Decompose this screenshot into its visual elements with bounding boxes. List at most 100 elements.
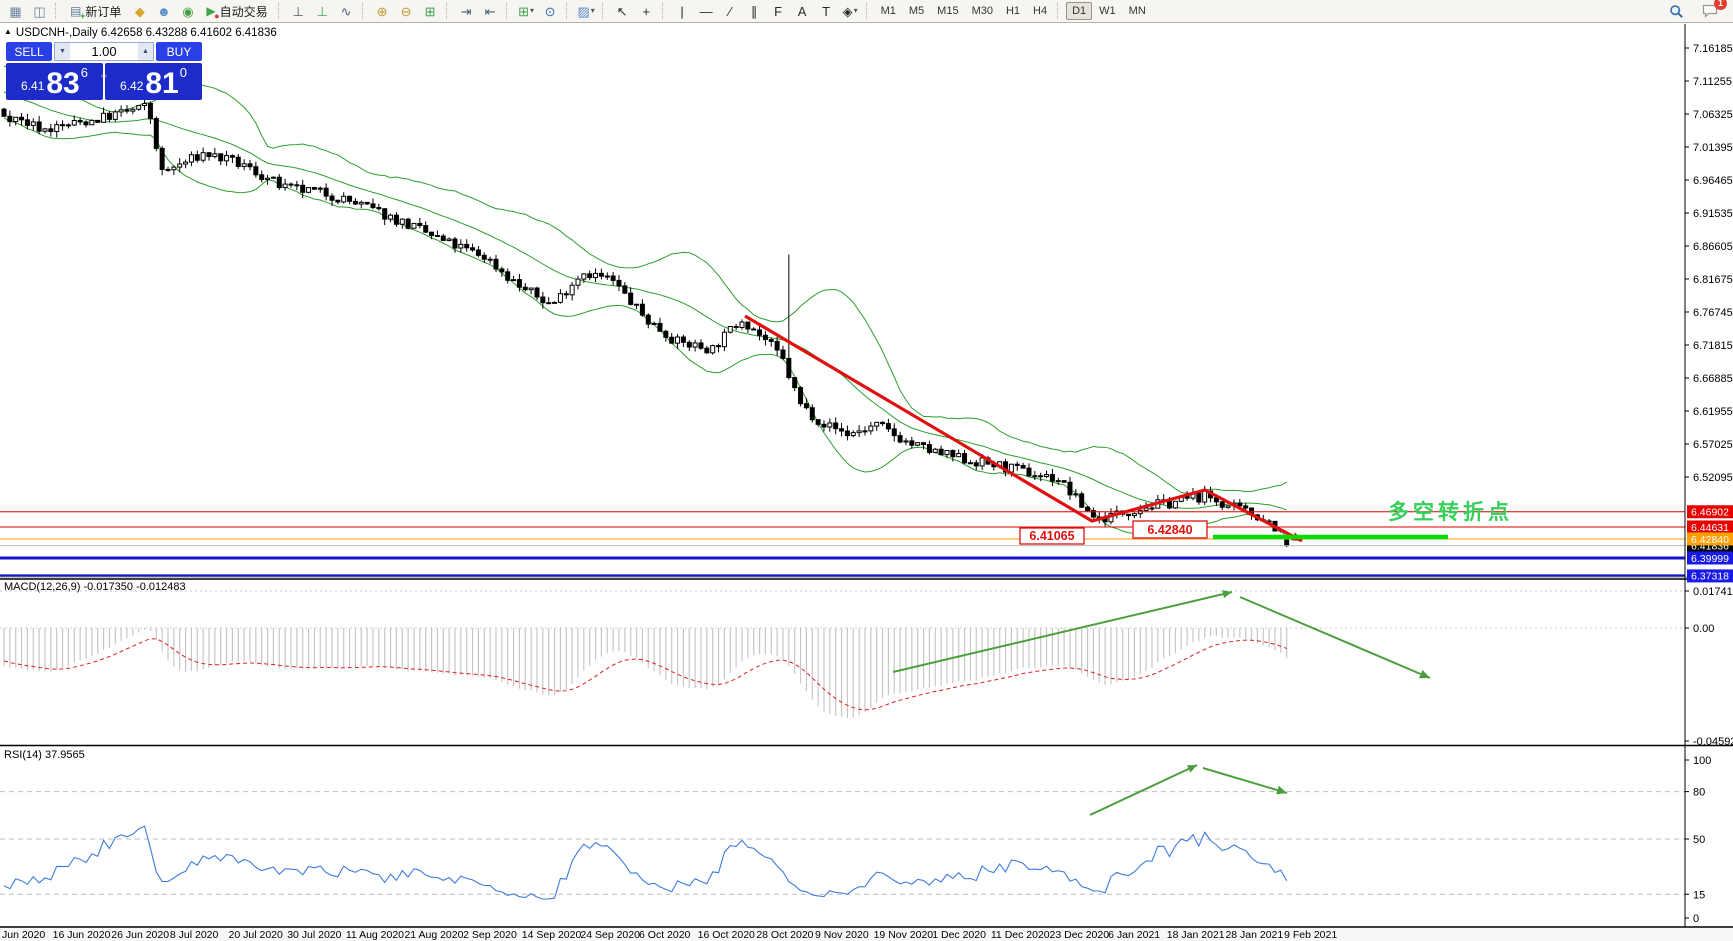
svg-text:6.42840: 6.42840 xyxy=(1147,523,1192,537)
svg-text:6.46902: 6.46902 xyxy=(1691,507,1729,519)
volume-increase-button[interactable]: ▲ xyxy=(138,43,153,60)
cursor-icon[interactable]: ↖ xyxy=(611,1,634,22)
trendline-icon[interactable]: ∕ xyxy=(719,1,742,22)
vertical-line-icon[interactable]: | xyxy=(671,1,694,22)
volume-input[interactable]: 1.00 xyxy=(70,43,138,60)
sell-price-display[interactable]: 6.41836 xyxy=(6,63,103,100)
text-label-icon-glyph: T xyxy=(822,5,830,18)
date-axis[interactable]: Jun 202016 Jun 202026 Jun 20208 Jul 2020… xyxy=(0,928,1733,941)
algo-trading-icon: ▶● xyxy=(206,4,215,18)
svg-text:15: 15 xyxy=(1693,889,1705,901)
algo-trading-button[interactable]: ▶●自动交易 xyxy=(200,2,273,21)
toolbar-buttons: ▦ ◫ ▤+新订单 ◆ ☻◉▶●自动交易 ⊥⊥ ∿ ⊕⊖⊞ ⇥⇤ ⊞▾⊙ ▨▾ ↖ + | —∕∥ FAT ◈▾… xyxy=(4,0,1152,22)
volume-decrease-button[interactable]: ▼ xyxy=(55,43,70,60)
timeframe-button-M30[interactable]: M30 xyxy=(966,2,999,20)
pivot-annotation-text: 多空转折点 xyxy=(1388,500,1513,524)
clock-icon[interactable]: ⊙ xyxy=(539,1,562,22)
svg-text:24 Sep 2020: 24 Sep 2020 xyxy=(580,929,640,941)
timeframe-button-W1[interactable]: W1 xyxy=(1093,2,1122,20)
timeframe-button-M1[interactable]: M1 xyxy=(875,2,902,20)
depth-of-market-icon-glyph: ◆ xyxy=(135,5,145,18)
buy-button[interactable]: BUY xyxy=(156,42,202,61)
horizontal-line-icon[interactable]: — xyxy=(695,1,718,22)
svg-text:30 Jul 2020: 30 Jul 2020 xyxy=(287,929,341,941)
toolbar-separator xyxy=(278,3,283,19)
toolbar-separator xyxy=(446,3,451,19)
svg-text:80: 80 xyxy=(1693,787,1705,799)
svg-text:6.71815: 6.71815 xyxy=(1693,340,1733,352)
bollinger-upper xyxy=(4,66,1287,493)
line-chart-icon[interactable]: ∿ xyxy=(335,1,358,22)
depth-of-market-icon[interactable]: ◆ xyxy=(128,1,151,22)
svg-text:21 Aug 2020: 21 Aug 2020 xyxy=(404,929,463,941)
timeframe-button-M15[interactable]: M15 xyxy=(931,2,964,20)
timeframe-button-MN[interactable]: MN xyxy=(1123,2,1152,20)
line-chart-icon-glyph: ∿ xyxy=(341,5,352,18)
svg-text:6.39999: 6.39999 xyxy=(1691,553,1729,565)
sell-price-pip: 6 xyxy=(81,65,88,80)
rsi-annotations[interactable] xyxy=(1090,765,1287,815)
svg-text:6.57025: 6.57025 xyxy=(1693,439,1733,451)
bars-chart-icon[interactable]: ⊥ xyxy=(287,1,310,22)
search-icon[interactable] xyxy=(1665,1,1688,22)
toolbar-right: 1 xyxy=(1665,1,1729,22)
dropdown-caret-icon: ▾ xyxy=(854,7,858,15)
chart-shift-icon[interactable]: ⇤ xyxy=(479,1,502,22)
text-label-icon[interactable]: T xyxy=(815,1,838,22)
timeframe-button-M5[interactable]: M5 xyxy=(903,2,930,20)
chart-title: ▲USDCNH-,Daily 6.42658 6.43288 6.41602 6… xyxy=(4,27,277,39)
vertical-line-icon-glyph: | xyxy=(680,5,683,18)
notification-badge: 1 xyxy=(1714,0,1727,10)
timeframe-button-H1[interactable]: H1 xyxy=(1000,2,1026,20)
svg-text:11 Dec 2020: 11 Dec 2020 xyxy=(991,929,1050,941)
chart-type-icon[interactable]: ▨▾ xyxy=(575,1,598,22)
candles-layer xyxy=(2,99,1289,548)
svg-text:7.01395: 7.01395 xyxy=(1693,142,1733,154)
toolbar-separator xyxy=(662,3,667,19)
fibonacci-icon[interactable]: F xyxy=(767,1,790,22)
toolbar-separator xyxy=(55,3,60,19)
svg-text:7.11255: 7.11255 xyxy=(1693,76,1732,88)
chart-profiles-icon[interactable]: ◫ xyxy=(28,1,51,22)
macd-annotations[interactable] xyxy=(893,590,1430,678)
chat-icon[interactable]: 1 xyxy=(1698,1,1721,22)
new-chart-icon[interactable]: ▦ xyxy=(4,1,27,22)
text-icon[interactable]: A xyxy=(791,1,814,22)
volumes-icon[interactable]: ⊥ xyxy=(311,1,334,22)
timeframe-button-H4[interactable]: H4 xyxy=(1027,2,1053,20)
svg-text:6.96465: 6.96465 xyxy=(1693,175,1733,187)
svg-text:6.42840: 6.42840 xyxy=(1691,534,1729,546)
macd-axis[interactable]: 0.0174140.00-0.045929 xyxy=(1685,586,1733,748)
cursor-icon-glyph: ↖ xyxy=(617,5,628,18)
buy-price-display[interactable]: 6.42810 xyxy=(105,63,202,100)
one-click-trading-icon[interactable]: ⊞▾ xyxy=(515,1,538,22)
arrows-icon[interactable]: ◈▾ xyxy=(839,1,862,22)
zoom-in-icon[interactable]: ⊕ xyxy=(371,1,394,22)
signals-icon[interactable]: ◉ xyxy=(176,1,199,22)
sell-button[interactable]: SELL xyxy=(6,42,52,61)
svg-text:6.37318: 6.37318 xyxy=(1691,571,1729,583)
one-click-trading-panel: SELL ▼ 1.00 ▲ BUY 6.41836 ◇ 6.42810 xyxy=(6,42,202,100)
svg-text:50: 50 xyxy=(1693,834,1705,846)
timeframe-button-D1[interactable]: D1 xyxy=(1066,2,1092,20)
crosshair-icon[interactable]: + xyxy=(635,1,658,22)
zoom-out-icon[interactable]: ⊖ xyxy=(395,1,418,22)
market-icon[interactable]: ☻ xyxy=(152,1,175,22)
tile-windows-icon[interactable]: ⊞ xyxy=(419,1,442,22)
svg-text:18 Jan 2021: 18 Jan 2021 xyxy=(1167,929,1225,941)
fibonacci-icon-glyph: F xyxy=(774,5,782,18)
annotations[interactable]: 6.410656.42840多空转折点 xyxy=(745,316,1513,544)
rsi-axis[interactable]: 1008050150 xyxy=(1685,755,1711,925)
rsi-line xyxy=(4,826,1287,899)
svg-text:28 Jan 2021: 28 Jan 2021 xyxy=(1225,929,1283,941)
new-order-button[interactable]: ▤+新订单 xyxy=(64,2,127,21)
collapse-triangle-icon[interactable]: ▲ xyxy=(4,27,12,36)
chart-profiles-icon-glyph: ◫ xyxy=(33,5,45,18)
auto-scroll-icon[interactable]: ⇥ xyxy=(455,1,478,22)
svg-text:14 Sep 2020: 14 Sep 2020 xyxy=(522,929,582,941)
spread-diamond-icon: ◇ xyxy=(101,72,106,80)
equidistant-channel-icon[interactable]: ∥ xyxy=(743,1,766,22)
svg-text:6.81675: 6.81675 xyxy=(1693,274,1733,286)
chart-canvas[interactable]: 6.410656.42840多空转折点7.161857.112557.06325… xyxy=(0,0,1733,941)
price-axis[interactable]: 7.161857.112557.063257.013956.964656.915… xyxy=(1685,43,1733,484)
